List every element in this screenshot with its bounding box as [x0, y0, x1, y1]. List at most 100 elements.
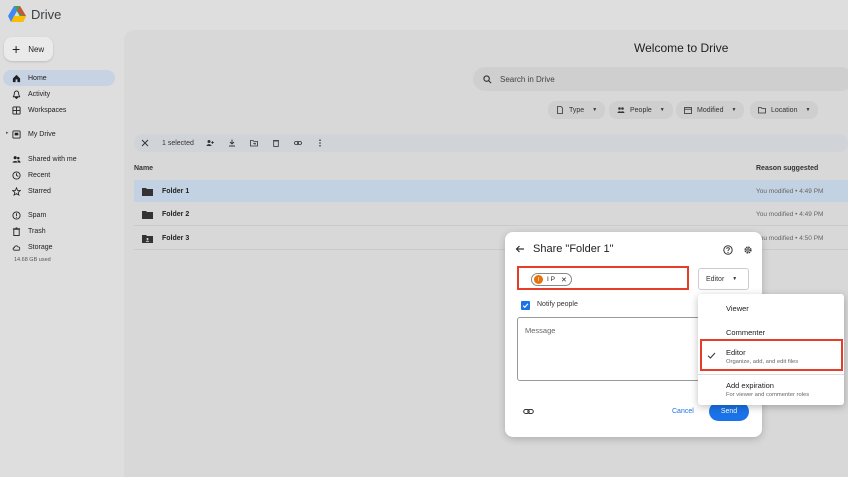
clock-icon	[11, 170, 21, 180]
sidebar-item-storage[interactable]: Storage	[3, 239, 115, 255]
sidebar-item-label: Home	[28, 74, 47, 82]
menu-item-editor-label: Editor	[726, 348, 746, 357]
dropdown-arrow-icon: ▼	[731, 107, 737, 113]
menu-item-add-expiration[interactable]: Add expiration	[726, 381, 774, 390]
trash-icon[interactable]	[272, 139, 281, 148]
table-row[interactable]: Folder 2 You modified • 4:49 PM	[134, 204, 848, 226]
new-label: New	[28, 44, 45, 54]
link-icon[interactable]	[294, 139, 303, 148]
dropdown-arrow-icon: ▼	[592, 107, 598, 113]
avatar: I	[534, 275, 543, 284]
file-name: Folder 1	[162, 187, 190, 195]
column-header-name[interactable]: Name	[134, 165, 153, 172]
help-icon[interactable]	[723, 245, 733, 255]
sidebar-item-label: Trash	[28, 227, 46, 235]
message-placeholder: Message	[525, 326, 556, 335]
menu-item-expiration-desc: For viewer and commenter roles	[726, 392, 810, 398]
role-select[interactable]: Editor ▼	[698, 268, 749, 290]
bell-icon	[11, 89, 21, 99]
add-people-input[interactable]: I I P ✕	[517, 266, 689, 290]
folder-icon	[142, 187, 153, 196]
app-title: Drive	[31, 7, 62, 22]
filter-people[interactable]: People ▼	[609, 101, 673, 119]
dialog-title: Share "Folder 1"	[533, 243, 614, 255]
sidebar-item-label: Activity	[28, 90, 51, 98]
filter-label: Type	[569, 106, 585, 114]
cloud-icon	[11, 242, 21, 252]
file-name: Folder 2	[162, 211, 190, 218]
role-menu: Viewer Commenter Editor Organize, add, a…	[698, 294, 844, 405]
spam-icon	[11, 210, 21, 220]
sidebar-item-shared-with-me[interactable]: Shared with me	[3, 151, 115, 167]
sidebar-item-workspaces[interactable]: Workspaces	[3, 102, 115, 118]
check-icon	[707, 352, 716, 359]
sidebar-item-home[interactable]: Home	[3, 70, 115, 86]
filter-modified[interactable]: Modified ▼	[676, 101, 745, 119]
menu-item-editor[interactable]	[700, 339, 843, 371]
file-type-icon	[556, 106, 564, 114]
selection-count: 1 selected	[162, 139, 194, 147]
my-drive-icon	[11, 129, 21, 139]
selection-toolbar: 1 selected	[134, 134, 848, 152]
workspaces-icon	[11, 105, 21, 115]
filter-label: Location	[771, 106, 798, 114]
dropdown-arrow-icon: ▼	[805, 107, 811, 113]
sidebar-item-label: Starred	[28, 187, 51, 195]
filter-location[interactable]: Location ▼	[750, 101, 819, 119]
notify-checkbox[interactable]	[521, 301, 530, 310]
file-reason: You modified • 4:49 PM	[756, 187, 824, 195]
sidebar-item-spam[interactable]: Spam	[3, 207, 115, 223]
message-textarea[interactable]: Message	[517, 317, 707, 381]
cancel-button[interactable]: Cancel	[672, 408, 694, 415]
sidebar-item-activity[interactable]: Activity	[3, 86, 115, 102]
filter-type[interactable]: Type ▼	[548, 101, 606, 119]
search-input[interactable]: Search in Drive	[473, 67, 848, 91]
new-button[interactable]: + New	[4, 37, 53, 61]
sidebar-item-starred[interactable]: Starred	[3, 183, 115, 199]
people-icon	[617, 106, 625, 114]
file-name: Folder 3	[162, 235, 190, 242]
filter-label: Modified	[697, 106, 724, 114]
person-chip[interactable]: I I P ✕	[531, 273, 572, 286]
sidebar-item-my-drive[interactable]: My Drive	[3, 126, 115, 142]
app-header: Drive	[0, 0, 848, 30]
sidebar-item-label: Recent	[28, 171, 51, 179]
trash-icon	[11, 226, 21, 236]
back-arrow-icon[interactable]	[515, 244, 525, 254]
download-icon[interactable]	[228, 139, 237, 148]
menu-item-commenter[interactable]: Commenter	[726, 328, 765, 337]
search-icon	[483, 74, 492, 83]
sidebar-item-label: My Drive	[28, 130, 56, 138]
calendar-icon	[684, 106, 692, 114]
filter-label: People	[630, 106, 652, 114]
dropdown-arrow-icon: ▼	[659, 107, 665, 113]
folder-outline-icon	[758, 106, 766, 114]
plus-icon: +	[12, 41, 21, 57]
sidebar-item-trash[interactable]: Trash	[3, 223, 115, 239]
sidebar-item-label: Shared with me	[28, 155, 77, 163]
table-row[interactable]: Folder 1 You modified • 4:49 PM	[134, 180, 848, 202]
shared-icon	[11, 154, 21, 164]
person-name: I P	[547, 276, 555, 283]
gear-icon[interactable]	[743, 245, 753, 255]
shared-folder-icon	[142, 234, 153, 243]
remove-icon[interactable]: ✕	[561, 276, 567, 284]
file-reason: You modified • 4:49 PM	[756, 211, 824, 218]
menu-item-viewer[interactable]: Viewer	[726, 304, 749, 313]
more-vert-icon[interactable]	[316, 139, 325, 148]
page-title: Welcome to Drive	[634, 41, 729, 55]
move-folder-icon[interactable]	[250, 139, 259, 148]
menu-divider	[698, 374, 844, 375]
sidebar-item-label: Workspaces	[28, 106, 67, 114]
sidebar-item-recent[interactable]: Recent	[3, 167, 115, 183]
column-header-reason: Reason suggested	[756, 165, 819, 172]
close-icon[interactable]	[140, 139, 149, 148]
file-reason: You modified • 4:50 PM	[756, 235, 824, 242]
notify-label: Notify people	[537, 301, 578, 308]
star-icon	[11, 186, 21, 196]
drive-logo-icon[interactable]	[8, 6, 26, 22]
share-person-icon[interactable]	[206, 139, 215, 148]
role-value: Editor	[706, 275, 725, 283]
copy-link-icon[interactable]	[523, 406, 534, 417]
sidebar-item-label: Storage	[28, 243, 53, 251]
